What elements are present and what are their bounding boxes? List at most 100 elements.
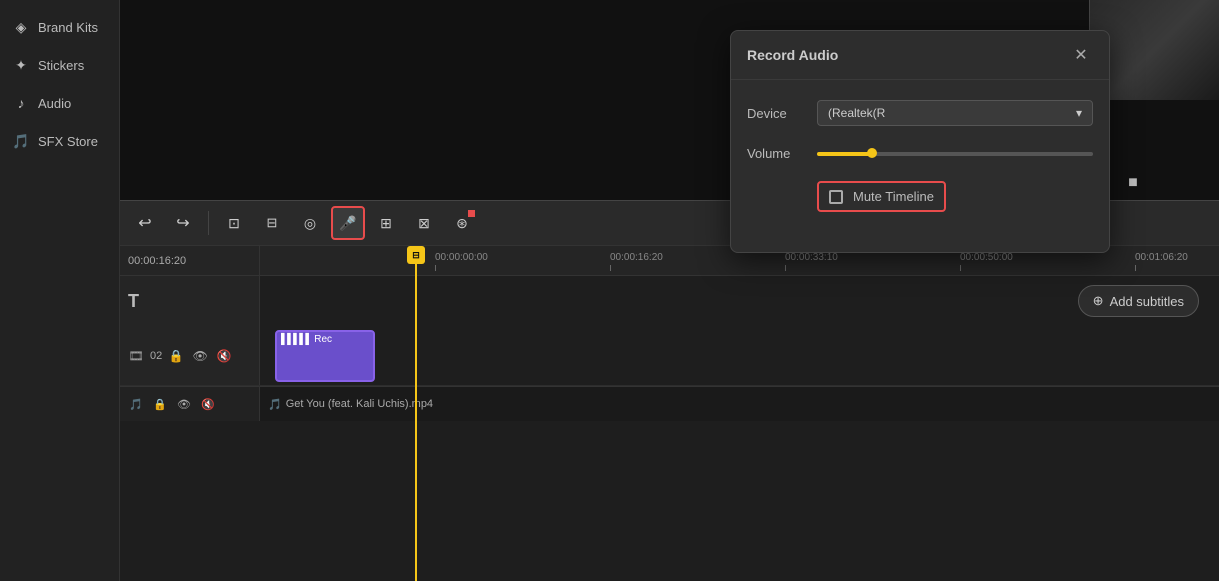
clip-name: Rec xyxy=(314,334,332,345)
ruler-left-spacer: 00:00:16:20 xyxy=(120,246,260,275)
sidebar-item-sfx-store[interactable]: 🎵 SFX Store xyxy=(0,122,119,160)
dialog-close-button[interactable]: ✕ xyxy=(1069,43,1093,67)
clip-waveform: ▌▌▌▌▌ xyxy=(281,334,311,345)
ruler-tick-1 xyxy=(610,265,611,271)
volume-slider-container xyxy=(817,152,1093,156)
sidebar-item-stickers[interactable]: ✦ Stickers xyxy=(0,46,119,84)
volume-control xyxy=(817,152,1093,156)
mute-label: Mute Timeline xyxy=(853,189,934,204)
ruler-tick-4 xyxy=(1135,265,1136,271)
crop-icon: ⊡ xyxy=(228,215,240,232)
track-controls: 🎞 02 🔒 👁 🔇 xyxy=(120,326,260,385)
track-number: 02 xyxy=(150,350,162,362)
timeline: 00:00:16:20 00:00:00:00 00:00:16:20 00:0… xyxy=(120,246,1219,581)
track-content: ▌▌▌▌▌ Rec xyxy=(260,326,1219,385)
audio-file-name: Get You (feat. Kali Uchis).mp4 xyxy=(286,398,433,410)
device-control: (Realtek(R ▾ xyxy=(817,100,1093,126)
text-track-content: ⊕ Add subtitles xyxy=(260,276,1219,326)
current-time-display: 00:00:16:20 xyxy=(128,255,186,267)
undo-button[interactable]: ↩ xyxy=(128,206,162,240)
dialog-header: Record Audio ✕ xyxy=(731,31,1109,80)
audio-track-content: 🎵 Get You (feat. Kali Uchis).mp4 xyxy=(260,387,1219,421)
dialog-title: Record Audio xyxy=(747,47,838,63)
video-clip[interactable]: ▌▌▌▌▌ Rec xyxy=(275,330,375,382)
audio-track-controls: 🎵 🔒 👁 🔇 xyxy=(120,387,260,421)
add-subtitles-button[interactable]: ⊕ Add subtitles xyxy=(1078,285,1199,317)
redo-icon: ↪ xyxy=(176,213,189,233)
audio-filename: 🎵 Get You (feat. Kali Uchis).mp4 xyxy=(260,398,433,411)
text-track-label: T xyxy=(120,276,260,326)
timeline-tracks: T ⊕ Add subtitles 🎞 02 🔒 👁 🔇 xyxy=(120,276,1219,581)
sidebar: ◈ Brand Kits ✦ Stickers ♪ Audio 🎵 SFX St… xyxy=(0,0,120,581)
shield-button[interactable]: ◎ xyxy=(293,206,327,240)
brand-kits-icon: ◈ xyxy=(12,18,30,36)
sidebar-item-brand-kits[interactable]: ◈ Brand Kits xyxy=(0,8,119,46)
add-subtitles-label: Add subtitles xyxy=(1110,294,1184,309)
ruler-mark-0: 00:00:00:00 xyxy=(435,252,610,271)
undo-icon: ↩ xyxy=(138,213,151,233)
caption-button[interactable]: ⊞ xyxy=(369,206,403,240)
chevron-down-icon: ▾ xyxy=(1076,106,1082,120)
stop-icon: ■ xyxy=(1128,174,1138,192)
device-select[interactable]: (Realtek(R ▾ xyxy=(817,100,1093,126)
volume-thumb[interactable] xyxy=(867,148,877,158)
close-icon: ✕ xyxy=(1074,45,1087,65)
track-control-film[interactable]: 🎞 xyxy=(126,346,146,366)
audio-mute-btn[interactable]: 🔇 xyxy=(198,394,218,414)
split-icon: ⊟ xyxy=(267,215,278,231)
ruler-mark-1: 00:00:16:20 xyxy=(610,252,785,271)
dialog-body: Device (Realtek(R ▾ Volume xyxy=(731,80,1109,252)
split-button[interactable]: ⊟ xyxy=(255,206,289,240)
badge-button[interactable]: ⊛ xyxy=(445,206,479,240)
volume-row: Volume xyxy=(747,146,1093,161)
ruler-label-3: 00:00:50:00 xyxy=(960,252,1013,263)
ruler-label-1: 00:00:16:20 xyxy=(610,252,663,263)
stop-button[interactable]: ■ xyxy=(1117,167,1149,199)
ruler-label-4: 00:01:06:20 xyxy=(1135,252,1188,263)
text-icon: T xyxy=(128,291,139,312)
device-label: Device xyxy=(747,106,817,121)
ruler-mark-2: 00:00:33:10 xyxy=(785,252,960,271)
clip-label: ▌▌▌▌▌ Rec xyxy=(277,332,373,347)
record-audio-dialog[interactable]: Record Audio ✕ Device (Realtek(R ▾ Volum… xyxy=(730,30,1110,253)
pip-icon: ⊠ xyxy=(418,215,430,232)
playhead-head[interactable]: ⊟ xyxy=(407,246,425,264)
mute-checkbox[interactable] xyxy=(829,190,843,204)
volume-label: Volume xyxy=(747,146,817,161)
track-visibility-btn[interactable]: 👁 xyxy=(190,346,210,366)
ruler-label-2: 00:00:33:10 xyxy=(785,252,838,263)
mute-timeline-container: Mute Timeline xyxy=(817,181,946,212)
ruler-tick-0 xyxy=(435,265,436,271)
mic-button[interactable]: 🎤 xyxy=(331,206,365,240)
audio-track-icon[interactable]: 🎵 xyxy=(126,394,146,414)
ruler-label-0: 00:00:00:00 xyxy=(435,252,488,263)
sidebar-item-label: SFX Store xyxy=(38,134,98,149)
playhead[interactable]: ⊟ xyxy=(415,246,417,581)
stickers-icon: ✦ xyxy=(12,56,30,74)
text-track-row: T ⊕ Add subtitles xyxy=(120,276,1219,326)
ruler-mark-3: 00:00:50:00 xyxy=(960,252,1135,271)
sidebar-item-audio[interactable]: ♪ Audio xyxy=(0,84,119,122)
redo-button[interactable]: ↪ xyxy=(166,206,200,240)
pip-button[interactable]: ⊠ xyxy=(407,206,441,240)
clip-track-row: 🎞 02 🔒 👁 🔇 ▌▌▌▌▌ Rec xyxy=(120,326,1219,386)
track-lock-btn[interactable]: 🔒 xyxy=(166,346,186,366)
ruler-tick-3 xyxy=(960,265,961,271)
audio-visibility-btn[interactable]: 👁 xyxy=(174,394,194,414)
audio-lock-btn[interactable]: 🔒 xyxy=(150,394,170,414)
mic-icon: 🎤 xyxy=(339,215,356,232)
crop-button[interactable]: ⊡ xyxy=(217,206,251,240)
ruler-mark-4: 00:01:06:20 xyxy=(1135,252,1219,271)
track-mute-btn[interactable]: 🔇 xyxy=(214,346,234,366)
divider-1 xyxy=(208,211,209,235)
shield-icon: ◎ xyxy=(304,215,316,232)
badge-icon: ⊛ xyxy=(456,215,468,232)
caption-icon: ⊞ xyxy=(380,215,392,232)
sfx-icon: 🎵 xyxy=(12,132,30,150)
add-subtitles-icon: ⊕ xyxy=(1093,293,1104,309)
sidebar-item-label: Audio xyxy=(38,96,71,111)
volume-slider[interactable] xyxy=(817,152,1093,156)
badge-dot xyxy=(468,210,475,217)
audio-track-row: 🎵 🔒 👁 🔇 🎵 Get You (feat. Kali Uchis).mp4 xyxy=(120,386,1219,421)
ruler-tick-2 xyxy=(785,265,786,271)
